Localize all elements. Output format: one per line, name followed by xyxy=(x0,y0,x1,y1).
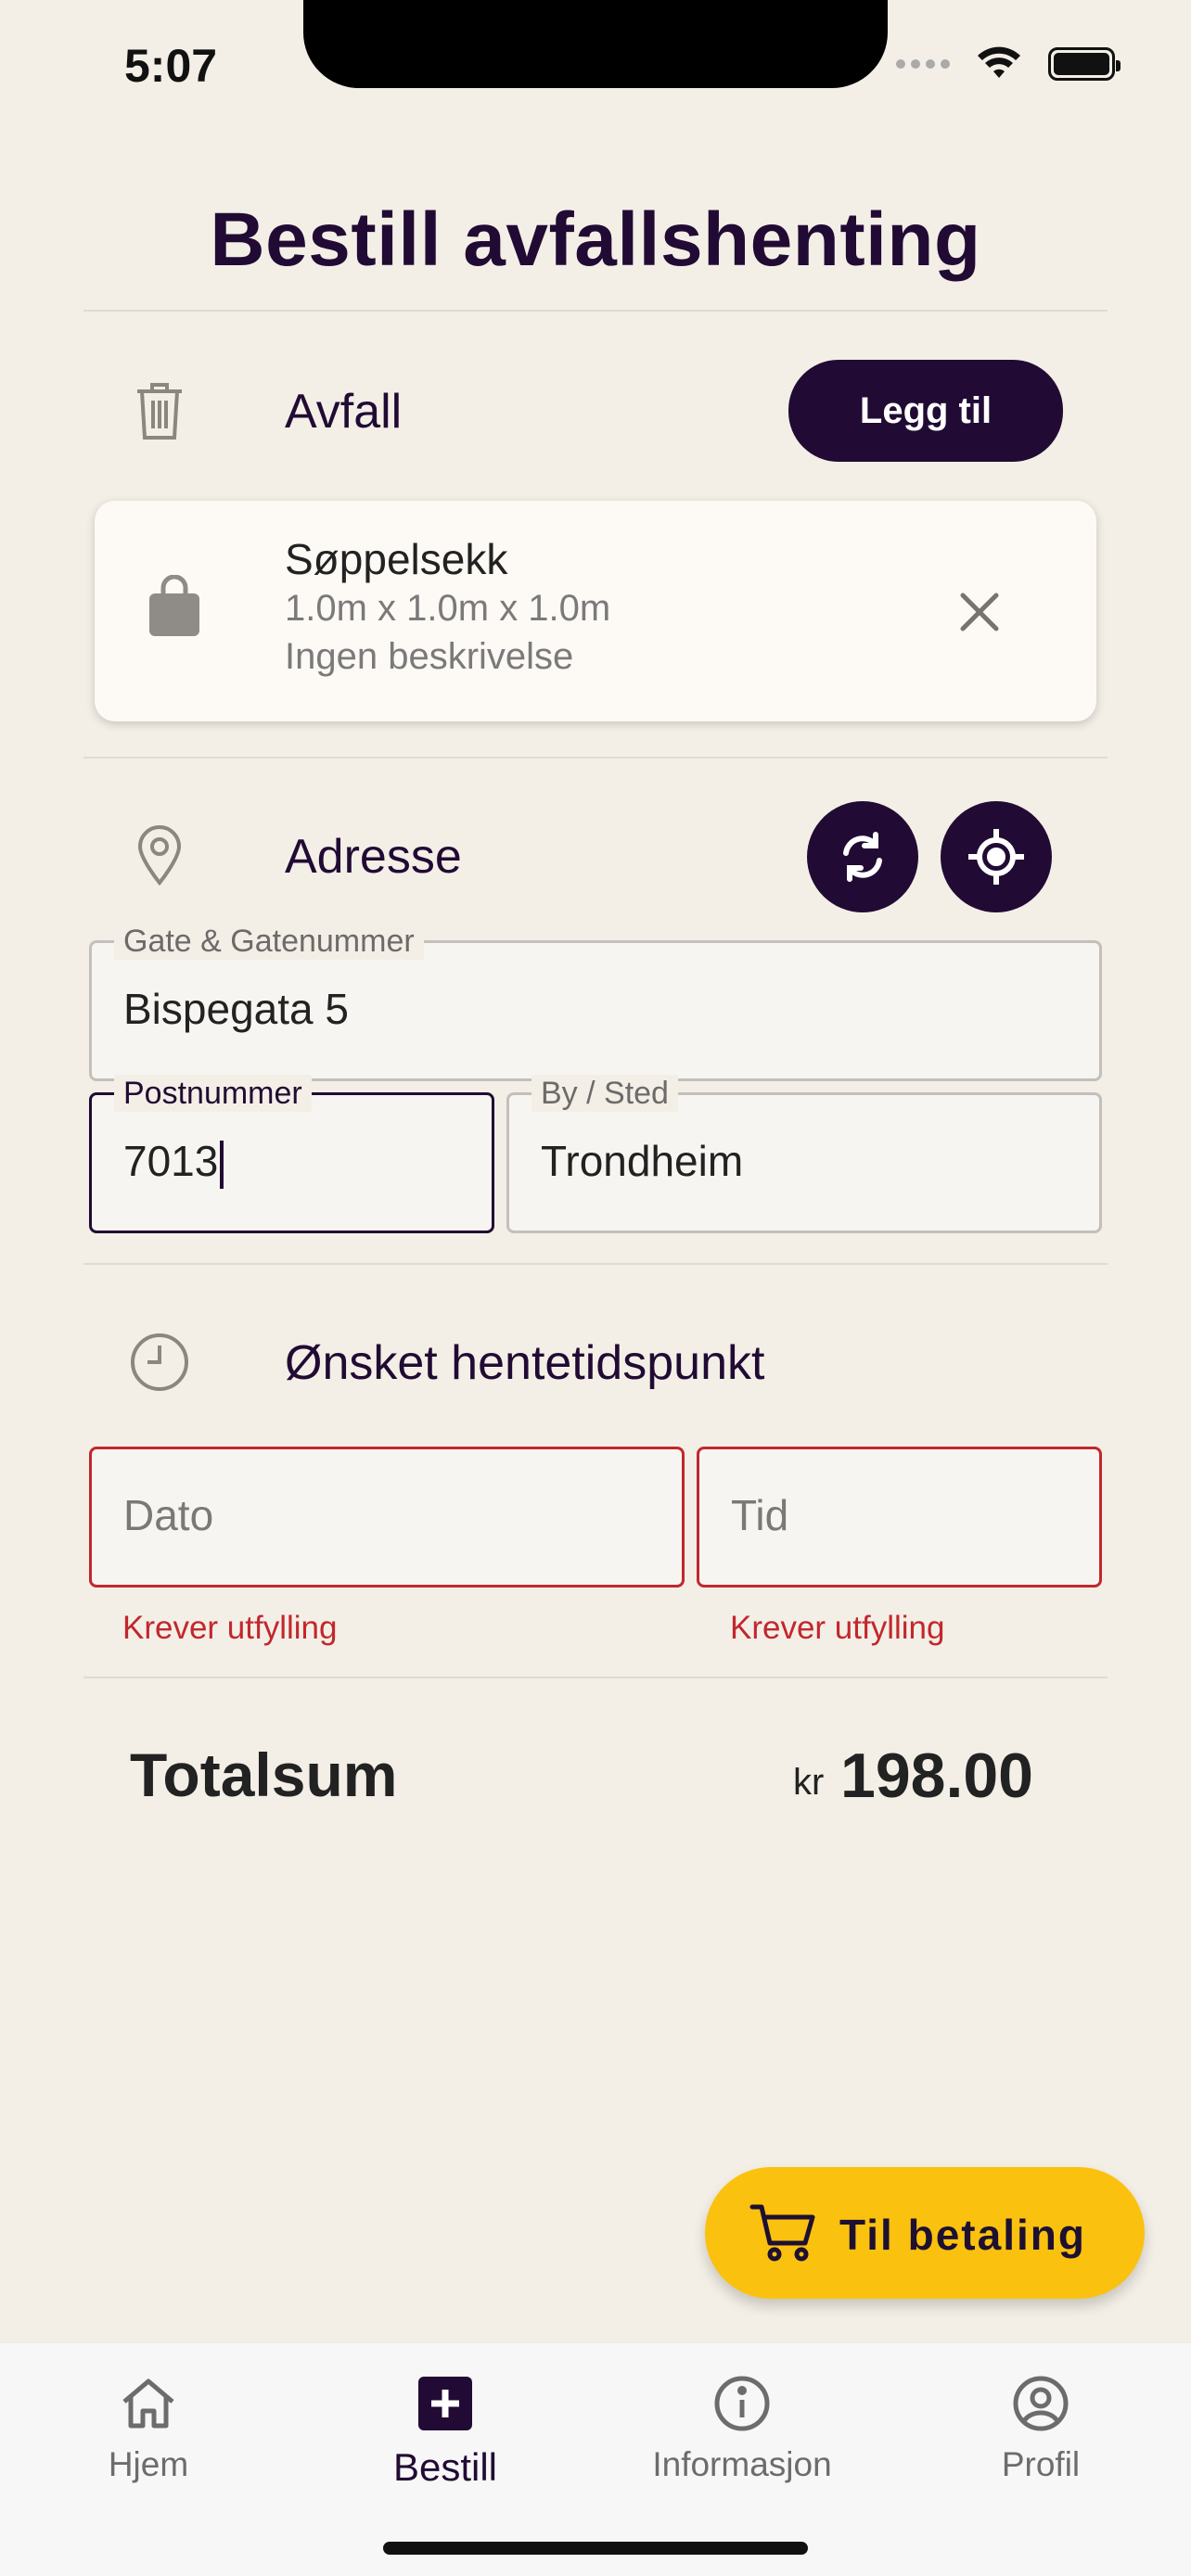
total-currency: kr xyxy=(793,1762,825,1803)
cart-icon xyxy=(749,2204,815,2262)
waste-item-dimensions: 1.0m x 1.0m x 1.0m xyxy=(285,588,611,629)
street-field-label: Gate & Gatenummer xyxy=(114,923,424,960)
time-field-placeholder: Tid xyxy=(731,1491,789,1539)
date-field[interactable]: Dato xyxy=(89,1447,685,1588)
postal-code-field[interactable]: Postnummer 7013 xyxy=(89,1075,494,1233)
clock-icon xyxy=(127,1330,192,1395)
signal-icon xyxy=(896,59,950,69)
tab-information-label: Informasjon xyxy=(652,2445,832,2483)
refresh-icon xyxy=(843,832,882,882)
postal-code-label: Postnummer xyxy=(114,1075,312,1112)
section-title-waste: Avfall xyxy=(285,385,403,439)
city-field-value: Trondheim xyxy=(541,1137,744,1185)
city-field[interactable]: By / Sted Trondheim xyxy=(506,1075,1102,1233)
tab-order[interactable]: Bestill xyxy=(325,2371,566,2490)
date-field-placeholder: Dato xyxy=(123,1491,214,1539)
refresh-address-button[interactable] xyxy=(807,801,918,912)
add-waste-button[interactable]: Legg til xyxy=(788,360,1063,462)
trash-icon xyxy=(127,378,192,443)
divider xyxy=(83,310,1108,312)
tab-order-label: Bestill xyxy=(392,2445,498,2489)
tab-home[interactable]: Hjem xyxy=(28,2371,269,2484)
home-indicator xyxy=(383,2542,808,2555)
divider xyxy=(83,1677,1108,1678)
checkout-label: Til betaling xyxy=(839,2211,1086,2259)
tab-bar: Hjem Bestill Informasjon Profil xyxy=(0,2342,1191,2576)
status-icons xyxy=(896,46,1121,82)
wifi-icon xyxy=(978,46,1020,78)
waste-item-description: Ingen beskrivelse xyxy=(285,636,574,677)
tab-profile-label: Profil xyxy=(1001,2445,1081,2483)
total-label: Totalsum xyxy=(130,1741,398,1809)
location-pin-icon xyxy=(127,823,192,888)
total-amount: 198.00 xyxy=(840,1741,1033,1811)
street-field[interactable]: Gate & Gatenummer Bispegata 5 xyxy=(89,923,1102,1081)
text-caret xyxy=(220,1140,224,1189)
status-time: 5:07 xyxy=(124,40,218,92)
app-screen: 5:07 Bestill avfallshenting Avfall Legg … xyxy=(0,0,1191,2576)
battery-icon xyxy=(1048,47,1121,81)
section-title-address: Adresse xyxy=(285,830,462,884)
postal-code-value: 7013 xyxy=(123,1137,219,1185)
street-field-value: Bispegata 5 xyxy=(123,985,349,1033)
tab-profile[interactable]: Profil xyxy=(920,2371,1161,2484)
crosshair-icon xyxy=(968,829,1024,885)
plus-square-icon xyxy=(418,2377,472,2430)
close-icon[interactable] xyxy=(957,590,1002,634)
page-title: Bestill avfallshenting xyxy=(210,198,981,282)
divider xyxy=(83,757,1108,759)
checkout-button[interactable]: Til betaling xyxy=(705,2167,1145,2299)
date-error-text: Krever utfylling xyxy=(122,1610,338,1646)
city-field-label: By / Sted xyxy=(531,1075,678,1112)
time-error-text: Krever utfylling xyxy=(730,1610,945,1646)
device-notch xyxy=(303,0,888,88)
info-icon xyxy=(714,2376,770,2431)
tab-home-label: Hjem xyxy=(108,2445,189,2483)
tab-information[interactable]: Informasjon xyxy=(621,2371,863,2484)
waste-item-name: Søppelsekk xyxy=(285,535,508,583)
bag-icon xyxy=(149,575,199,636)
divider xyxy=(83,1263,1108,1265)
current-location-button[interactable] xyxy=(941,801,1052,912)
postal-code-value-wrap: 7013 xyxy=(123,1136,224,1189)
time-field[interactable]: Tid xyxy=(697,1447,1102,1588)
section-title-pickup: Ønsket hentetidspunkt xyxy=(285,1336,765,1390)
waste-item-card: Søppelsekk 1.0m x 1.0m x 1.0m Ingen besk… xyxy=(95,501,1096,721)
home-icon xyxy=(122,2378,174,2429)
user-circle-icon xyxy=(1013,2376,1069,2431)
